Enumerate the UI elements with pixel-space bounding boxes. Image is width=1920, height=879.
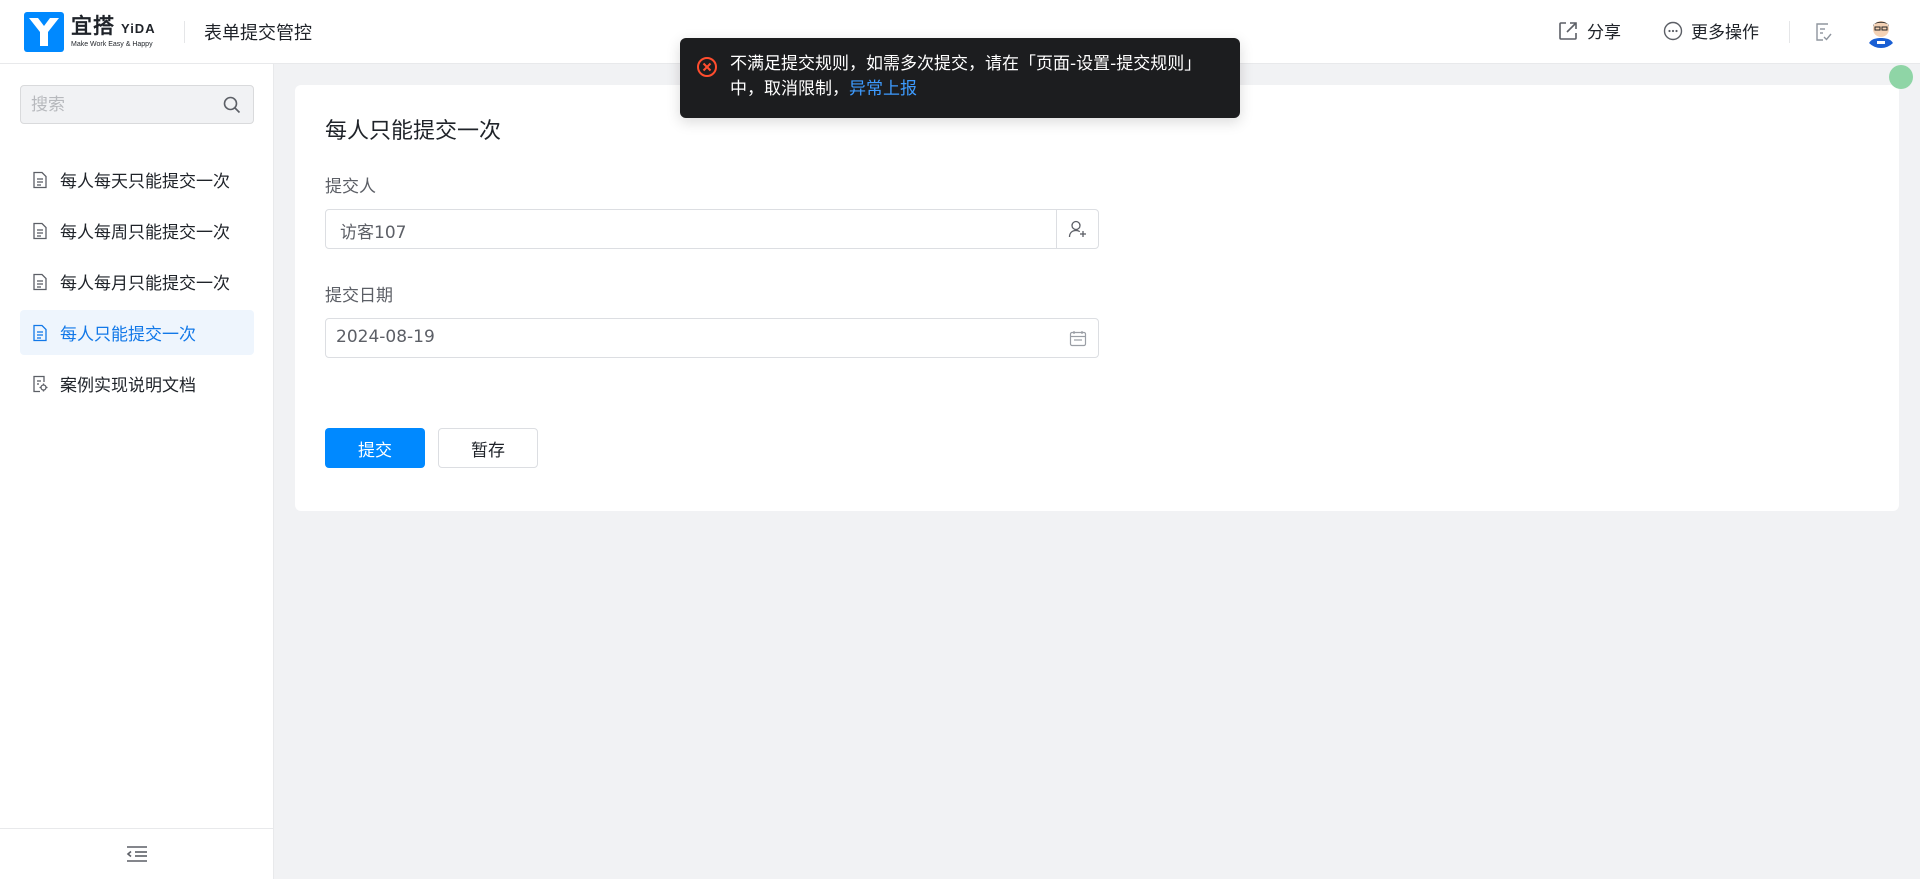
todo-list-icon[interactable]	[1814, 21, 1834, 43]
sidebar-item-once[interactable]: 每人只能提交一次	[20, 310, 254, 355]
form-page-icon	[33, 222, 47, 239]
logo-en-text: YiDA	[121, 21, 156, 36]
logo-wordmark: 宜搭 YiDA Make Work Easy & Happy	[71, 14, 156, 49]
sidebar-item-label: 每人每天只能提交一次	[60, 172, 230, 192]
sidebar-item-daily[interactable]: 每人每天只能提交一次	[20, 157, 254, 202]
logo-cn-text: 宜搭	[71, 14, 115, 38]
submitter-field[interactable]: 访客107	[325, 209, 1099, 249]
sidebar-item-weekly[interactable]: 每人每周只能提交一次	[20, 208, 254, 253]
add-user-icon	[1068, 220, 1086, 238]
error-circle-icon	[697, 57, 717, 77]
date-field[interactable]: 2024-08-19	[325, 318, 1099, 358]
calendar-icon[interactable]	[1069, 330, 1087, 347]
app-title[interactable]: 表单提交管控	[204, 19, 312, 45]
sidebar-footer	[0, 828, 273, 879]
share-icon	[1559, 21, 1577, 40]
date-label: 提交日期	[325, 286, 393, 306]
submitter-label: 提交人	[325, 177, 376, 197]
more-actions-label: 更多操作	[1691, 23, 1759, 43]
sidebar-item-label: 每人每周只能提交一次	[60, 223, 230, 243]
submit-button[interactable]: 提交	[325, 428, 425, 468]
share-button[interactable]: 分享	[1557, 18, 1621, 43]
avatar-icon	[1864, 14, 1898, 48]
save-draft-button[interactable]: 暂存	[438, 428, 538, 468]
more-actions-button[interactable]: 更多操作	[1663, 18, 1759, 43]
status-indicator	[1889, 65, 1913, 89]
toast-message-container: 不满足提交规则，如需多次提交，请在「页面-设置-提交规则」中，取消限制，异常上报	[730, 52, 1210, 102]
report-exception-link[interactable]: 异常上报	[849, 79, 917, 99]
form-page-icon	[33, 324, 47, 341]
form-page-icon	[33, 171, 47, 188]
search-icon[interactable]	[223, 96, 241, 114]
header-divider-right	[1789, 21, 1790, 43]
form-page-icon	[33, 273, 47, 290]
yida-logo-icon	[24, 12, 64, 52]
sidebar-item-monthly[interactable]: 每人每月只能提交一次	[20, 259, 254, 304]
yida-logo[interactable]: 宜搭 YiDA Make Work Easy & Happy	[24, 12, 156, 52]
user-avatar[interactable]	[1864, 14, 1898, 48]
toast-message: 不满足提交规则，如需多次提交，请在「页面-设置-提交规则」中，取消限制，	[730, 54, 1202, 99]
custom-page-icon	[33, 375, 48, 392]
sidebar-search[interactable]	[20, 85, 254, 124]
error-toast: 不满足提交规则，如需多次提交，请在「页面-设置-提交规则」中，取消限制，异常上报	[680, 38, 1240, 118]
date-value: 2024-08-19	[336, 327, 435, 347]
share-label: 分享	[1587, 23, 1621, 43]
sidebar-item-label: 案例实现说明文档	[60, 376, 196, 396]
form-card: 每人只能提交一次 提交人 访客107 提交日期 2024-08-19 提交 暂存	[295, 85, 1899, 511]
logo-slogan: Make Work Easy & Happy	[71, 41, 153, 48]
select-user-button[interactable]	[1056, 210, 1098, 248]
sidebar-item-label: 每人每月只能提交一次	[60, 274, 230, 294]
more-circle-icon	[1663, 21, 1683, 40]
form-title: 每人只能提交一次	[325, 119, 502, 144]
search-input[interactable]	[31, 93, 211, 117]
collapse-sidebar-icon[interactable]	[126, 845, 148, 863]
sidebar-item-docs[interactable]: 案例实现说明文档	[20, 361, 254, 406]
sidebar-item-label: 每人只能提交一次	[60, 325, 196, 345]
submitter-value: 访客107	[340, 223, 407, 243]
header-divider	[184, 21, 185, 43]
sidebar: 每人每天只能提交一次 每人每周只能提交一次 每人每月只能提交一次 每人只能提交一…	[0, 64, 274, 879]
